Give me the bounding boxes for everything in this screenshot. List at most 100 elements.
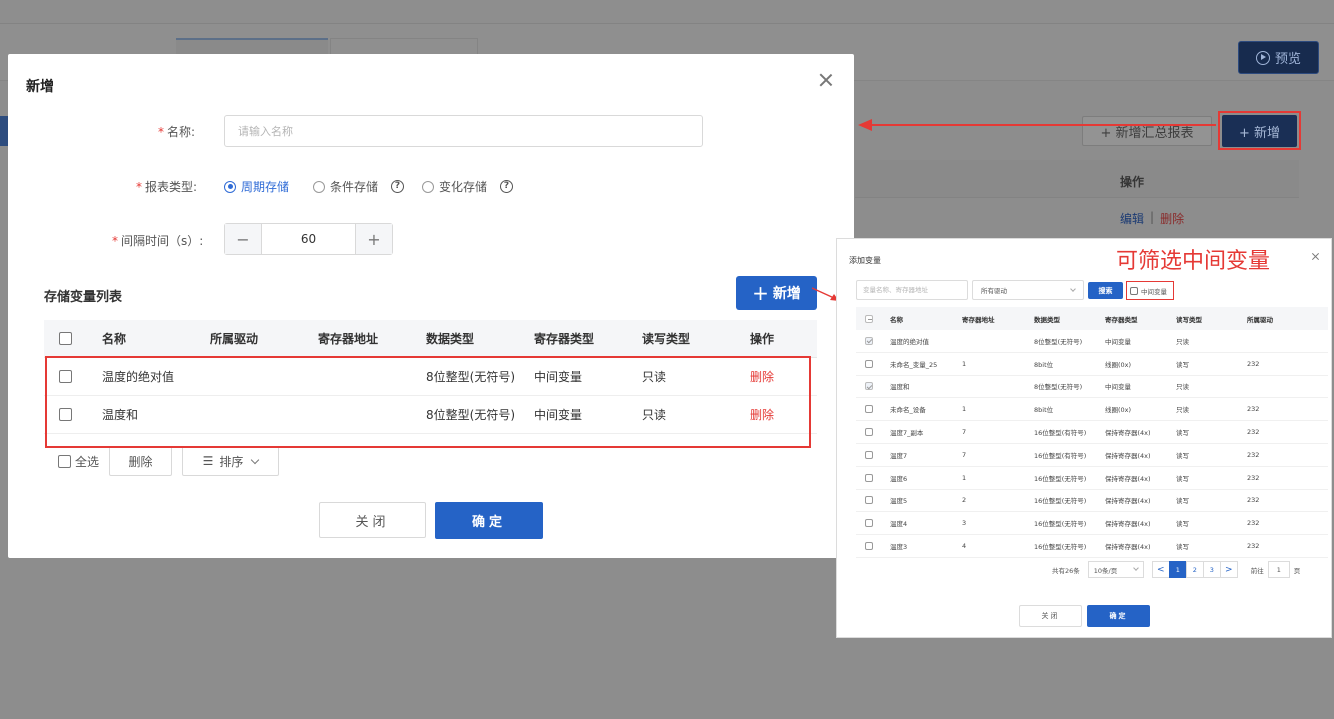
close-icon[interactable] bbox=[1311, 252, 1320, 261]
cell-address: 7 bbox=[962, 450, 967, 459]
add-report-modal: 新增 *名称: *报表类型: 周期存储 条件存储 ? 变化存储 ? *间隔时间（… bbox=[8, 54, 854, 558]
help-icon[interactable]: ? bbox=[391, 180, 405, 193]
prev-page-button[interactable]: < bbox=[1151, 561, 1170, 578]
modal-title: 新增 bbox=[26, 79, 54, 95]
row-checkbox[interactable] bbox=[865, 405, 873, 414]
bg-edit-link[interactable]: 编辑 bbox=[1120, 210, 1144, 227]
table-header: 名称 寄存器地址 数据类型 寄存器类型 读写类型 所属驱动 bbox=[856, 307, 1328, 330]
close-icon[interactable] bbox=[818, 72, 834, 88]
add-summary-report-button[interactable]: + 新增汇总报表 bbox=[1082, 116, 1212, 146]
select-all-checkbox-bottom[interactable] bbox=[58, 454, 71, 468]
radio-dot bbox=[224, 180, 236, 193]
cell-data-type: 8位整型(无符号) bbox=[1034, 337, 1083, 346]
stepper-value[interactable]: 60 bbox=[262, 224, 355, 254]
variable-list-title: 存储变量列表 bbox=[44, 290, 123, 305]
col-rw-type: 读写类型 bbox=[1176, 315, 1202, 324]
sort-label: 排序 bbox=[219, 454, 244, 469]
row-checkbox[interactable] bbox=[865, 336, 873, 345]
add-variable-panel: 添加变量 可筛选中间变量 所有驱动 搜索 中间变量 名称 寄存器地址 数据类型 … bbox=[836, 238, 1332, 638]
row-checkbox[interactable] bbox=[865, 428, 873, 437]
cell-data-type: 16位整型(有符号) bbox=[1034, 429, 1087, 438]
chevron-down-icon bbox=[1132, 565, 1139, 571]
sort-dropdown[interactable]: ☰ 排序 bbox=[182, 446, 280, 476]
name-input[interactable] bbox=[224, 115, 703, 147]
name-label: * 名称: bbox=[158, 125, 196, 139]
select-all[interactable]: 全选 bbox=[58, 453, 99, 470]
page-2-button[interactable]: 2 bbox=[1185, 561, 1204, 578]
mid-variable-checkbox[interactable] bbox=[1130, 286, 1138, 295]
next-page-button[interactable]: > bbox=[1219, 561, 1238, 578]
page-size-select[interactable]: 10条/页 bbox=[1087, 561, 1144, 578]
cell-name: 温度3 bbox=[890, 543, 908, 552]
bg-delete-link[interactable]: 删除 bbox=[1160, 210, 1184, 227]
page-3-button[interactable]: 3 bbox=[1202, 561, 1221, 578]
bg-tab bbox=[330, 38, 478, 54]
bg-table-header-op: 操作 bbox=[1120, 175, 1145, 189]
col-data-type: 数据类型 bbox=[426, 332, 475, 346]
cell-register-type: 中间变量 bbox=[1105, 383, 1131, 392]
select-all-checkbox[interactable] bbox=[59, 332, 72, 345]
row-checkbox[interactable] bbox=[865, 542, 873, 551]
driver-select[interactable]: 所有驱动 bbox=[972, 280, 1084, 300]
total-count: 共有26条 bbox=[1052, 566, 1080, 575]
radio-dot bbox=[422, 180, 435, 193]
cell-name: 未命名_设备 bbox=[890, 406, 926, 415]
col-address: 寄存器地址 bbox=[962, 315, 995, 324]
cell-register-type: 中间变量 bbox=[1105, 337, 1131, 346]
row-checkbox[interactable] bbox=[865, 519, 873, 528]
page-1-button[interactable]: 1 bbox=[1168, 561, 1187, 578]
radio-change[interactable]: 变化存储 bbox=[422, 178, 487, 195]
goto-page-input[interactable]: 1 bbox=[1267, 561, 1290, 578]
callout-text: 可筛选中间变量 bbox=[1116, 249, 1271, 274]
report-type-radio-group: 周期存储 条件存储 ? 变化存储 ? bbox=[224, 178, 531, 195]
cell-name: 温度和 bbox=[890, 383, 910, 392]
radio-conditional[interactable]: 条件存储 bbox=[313, 178, 378, 195]
interval-label: * 间隔时间（s）: bbox=[112, 234, 204, 248]
row-checkbox[interactable] bbox=[865, 450, 873, 459]
batch-action-bar: 全选 删除 ☰ 排序 bbox=[58, 446, 280, 476]
cell-register-type: 线圈(0x) bbox=[1105, 360, 1132, 369]
close-button[interactable]: 关闭 bbox=[319, 502, 426, 538]
row-checkbox[interactable] bbox=[865, 382, 873, 391]
variable-picker-table: 名称 寄存器地址 数据类型 寄存器类型 读写类型 所属驱动 温度的绝对值 8位整型… bbox=[856, 307, 1328, 558]
bg-row-actions: 编辑 | 删除 bbox=[1120, 210, 1184, 227]
table-row: 温度6 1 16位整型(无符号) 保持寄存器(4x) 读写 232 bbox=[856, 467, 1328, 490]
plus-icon: + bbox=[752, 281, 769, 305]
variable-search-input[interactable] bbox=[856, 280, 968, 300]
cell-name: 温度7_副本 bbox=[890, 429, 924, 438]
table-row: 温度7_副本 7 16位整型(有符号) 保持寄存器(4x) 读写 232 bbox=[856, 421, 1328, 444]
name-label-text: 名称: bbox=[167, 125, 196, 139]
cell-register-type: 保持寄存器(4x) bbox=[1105, 543, 1151, 552]
panel-confirm-button[interactable]: 确定 bbox=[1087, 605, 1150, 627]
cell-driver: 232 bbox=[1247, 496, 1260, 505]
top-bar bbox=[0, 0, 1334, 24]
preview-button-label: 预览 bbox=[1274, 52, 1301, 67]
row-checkbox[interactable] bbox=[865, 359, 873, 368]
mid-variable-filter[interactable]: 中间变量 bbox=[1126, 281, 1174, 300]
add-variable-label: 新增 bbox=[772, 286, 801, 302]
cell-register-type: 保持寄存器(4x) bbox=[1105, 497, 1151, 506]
confirm-button[interactable]: 确定 bbox=[435, 502, 543, 539]
cell-driver: 232 bbox=[1247, 428, 1260, 437]
help-icon[interactable]: ? bbox=[500, 180, 514, 193]
cell-rw-type: 读写 bbox=[1176, 360, 1189, 369]
radio-periodic-label: 周期存储 bbox=[241, 180, 290, 194]
select-all-checkbox[interactable] bbox=[865, 314, 873, 323]
batch-delete-button[interactable]: 删除 bbox=[109, 446, 173, 476]
preview-button[interactable]: 预览 bbox=[1238, 41, 1319, 74]
search-button[interactable]: 搜索 bbox=[1088, 282, 1123, 299]
stepper-plus-button[interactable]: + bbox=[355, 224, 392, 254]
cell-address: 4 bbox=[962, 542, 967, 551]
cell-name: 温度5 bbox=[890, 497, 908, 506]
cell-data-type: 16位整型(无符号) bbox=[1034, 543, 1087, 552]
row-checkbox[interactable] bbox=[865, 496, 873, 505]
cell-rw-type: 读写 bbox=[1176, 520, 1189, 529]
stepper-minus-button[interactable]: − bbox=[225, 224, 262, 254]
annotation-arrow-head bbox=[858, 119, 872, 131]
cell-driver: 232 bbox=[1247, 473, 1260, 482]
add-variable-button[interactable]: + 新增 bbox=[736, 276, 817, 310]
interval-stepper[interactable]: − 60 + bbox=[224, 223, 393, 255]
panel-close-button[interactable]: 关闭 bbox=[1019, 605, 1082, 627]
row-checkbox[interactable] bbox=[865, 473, 873, 482]
radio-periodic[interactable]: 周期存储 bbox=[224, 178, 289, 195]
